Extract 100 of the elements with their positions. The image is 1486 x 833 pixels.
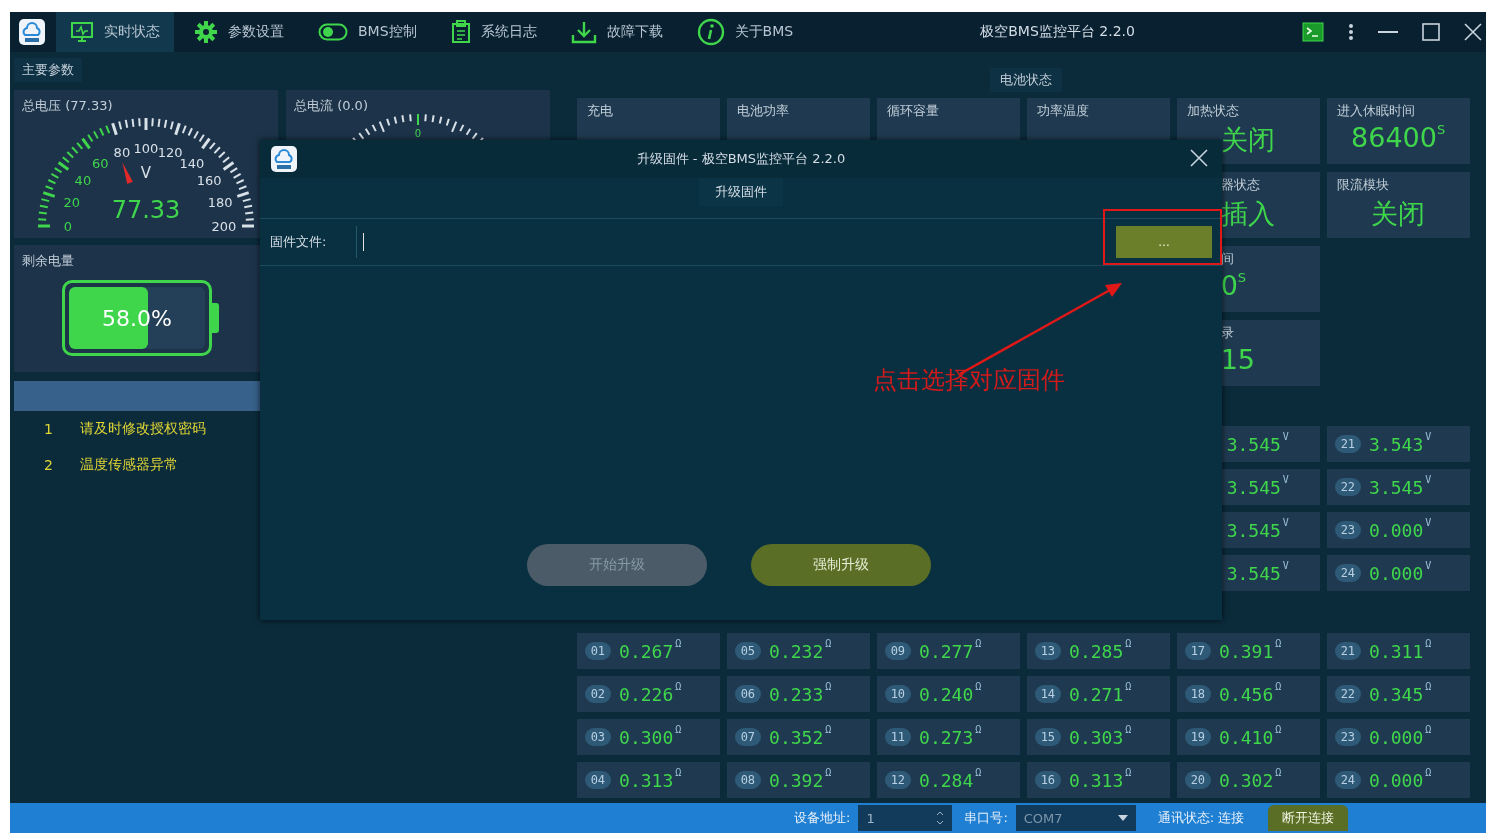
alarm-message: 请及时修改授权密码 <box>80 420 206 438</box>
unit-label: Ω <box>825 638 832 649</box>
cell-number: 14 <box>1034 685 1062 703</box>
browse-button[interactable]: ... <box>1116 226 1212 258</box>
card-label: 充电 <box>586 102 614 120</box>
unit-label: Ω <box>1275 724 1282 735</box>
maximize-icon[interactable] <box>1422 23 1440 41</box>
cell-number: 15 <box>1034 728 1062 746</box>
unit-label: Ω <box>825 767 832 778</box>
disconnect-button[interactable]: 断开连接 <box>1268 805 1349 831</box>
cell-value: 0.313 <box>619 769 674 791</box>
unit-label: V <box>1282 431 1289 442</box>
unit-label: V <box>1425 517 1432 528</box>
unit-label: Ω <box>975 638 982 649</box>
nav-tab[interactable]: BMS控制 <box>304 12 431 52</box>
cell-value: 0.240 <box>919 683 974 705</box>
monitor-icon <box>70 21 94 43</box>
cell-value: 0.233 <box>769 683 824 705</box>
unit-label: Ω <box>975 767 982 778</box>
cell-value: 0.000 <box>1369 562 1424 584</box>
nav-tab[interactable]: 关于BMS <box>682 12 808 52</box>
download-icon <box>570 20 597 44</box>
cell-value: 0.232 <box>769 640 824 662</box>
section-title: 电池状态 <box>990 68 1063 92</box>
unit-label: Ω <box>675 724 682 735</box>
card-label: 循环容量 <box>886 102 940 120</box>
card-label: 器状态 <box>1220 176 1261 194</box>
nav-tab[interactable]: 参数设置 <box>180 12 298 52</box>
cell-number: 11 <box>884 728 912 746</box>
cell-value: 0.352 <box>769 726 824 748</box>
card-label: 电池功率 <box>736 102 790 120</box>
unit-label: Ω <box>975 681 982 692</box>
nav-tab[interactable]: 系统日志 <box>436 12 551 52</box>
unit-label: Ω <box>1125 724 1132 735</box>
comm-status: 通讯状态: 连接 <box>1157 809 1245 827</box>
close-icon[interactable] <box>1190 149 1208 167</box>
dial-tick-label: 40 <box>74 173 92 189</box>
cell-number: 05 <box>734 642 762 660</box>
cell-number: 18 <box>1184 685 1212 703</box>
cell-value: 0.000 <box>1369 519 1424 541</box>
cell-value: 0.313 <box>1069 769 1124 791</box>
field-label: 固件文件: <box>270 233 328 251</box>
cell-number: 06 <box>734 685 762 703</box>
cell-value: 0.226 <box>619 683 674 705</box>
row-number: 2 <box>43 457 54 473</box>
cell-number: 24 <box>1334 771 1362 789</box>
minimize-icon[interactable] <box>1378 30 1398 34</box>
cell-number: 08 <box>734 771 762 789</box>
card-label: 录 <box>1220 324 1235 342</box>
unit-label: Ω <box>675 638 682 649</box>
unit-label: Ω <box>1275 638 1282 649</box>
gauge-title: 总电压 (77.33) <box>22 98 113 113</box>
unit-label: Ω <box>1275 681 1282 692</box>
gauge-unit: V <box>140 164 152 182</box>
cell-number: 17 <box>1184 642 1212 660</box>
port-dropdown[interactable]: COM7 <box>1015 805 1136 831</box>
cell-number: 02 <box>584 685 612 703</box>
nav-tab[interactable]: 故障下载 <box>556 12 677 52</box>
gauge-value: 77.33 <box>111 196 181 224</box>
cell-value: 0.302 <box>1219 769 1274 791</box>
dial-tick-label: 20 <box>63 194 81 210</box>
cell-number: 01 <box>584 642 612 660</box>
cell-value: 0.000 <box>1369 769 1424 791</box>
dial-tick-label: 160 <box>196 173 222 189</box>
unit-label: Ω <box>1425 724 1432 735</box>
cell-number: 03 <box>584 728 612 746</box>
unit-label: V <box>1282 474 1289 485</box>
more-icon[interactable] <box>1348 23 1354 41</box>
alarm-message: 温度传感器异常 <box>80 456 178 474</box>
cell-value: 0.285 <box>1069 640 1124 662</box>
address-spinbox[interactable]: 1 <box>858 805 953 831</box>
window-title: 极空BMS监控平台 2.2.0 <box>979 23 1136 41</box>
unit-label: Ω <box>675 767 682 778</box>
annotation-text: 点击选择对应固件 <box>873 365 1065 396</box>
dropdown-caret-icon[interactable] <box>1117 815 1128 821</box>
cell-value: 0.303 <box>1069 726 1124 748</box>
cell-value: 0.277 <box>919 640 974 662</box>
unit-label: V <box>1282 560 1289 571</box>
unit-label: V <box>1425 560 1432 571</box>
upgrade-button[interactable]: 强制升级 <box>750 544 931 586</box>
dialog-title: 升级固件 - 极空BMS监控平台 2.2.0 <box>635 150 847 168</box>
close-icon[interactable] <box>1464 23 1482 41</box>
cell-number: 09 <box>884 642 912 660</box>
card-value: 关闭 <box>1220 123 1277 157</box>
terminal-icon[interactable] <box>1302 22 1324 42</box>
cell-number: 20 <box>1184 771 1212 789</box>
cell-number: 16 <box>1034 771 1062 789</box>
nav-tab[interactable]: 实时状态 <box>56 12 174 52</box>
cell-value: 0.271 <box>1069 683 1124 705</box>
dial-tick-label: 180 <box>207 194 233 210</box>
card-value: 插入 <box>1220 197 1276 231</box>
cell-value: 0.392 <box>769 769 824 791</box>
cell-number: 12 <box>884 771 912 789</box>
dialog-tab[interactable]: 升级固件 <box>699 178 783 206</box>
panel-title: 剩余电量 <box>22 253 74 268</box>
cell-number: 21 <box>1334 435 1362 453</box>
cell-number: 22 <box>1334 685 1362 703</box>
card-label: 间 <box>1220 250 1235 268</box>
cell-value: 0.391 <box>1219 640 1274 662</box>
cell-value: 3.545 <box>1226 562 1281 584</box>
